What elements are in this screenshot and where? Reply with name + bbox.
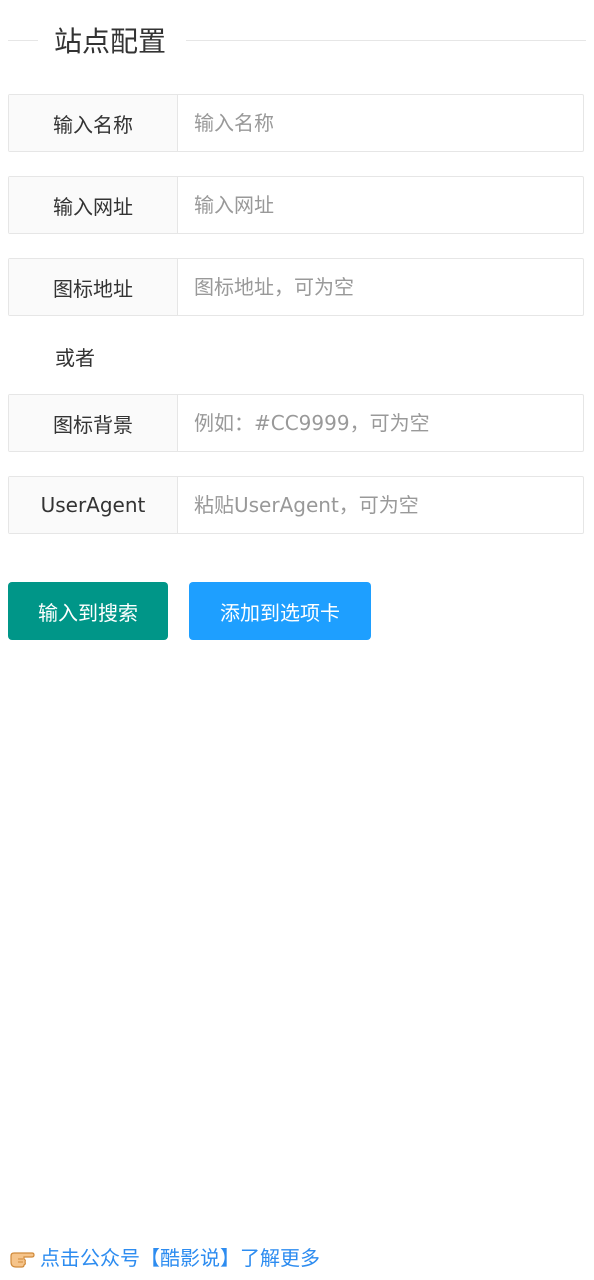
- site-config-page: 站点配置 输入名称 输入网址 图标地址 或者 图标背景 UserAgent 输入…: [0, 0, 594, 1280]
- footer-link[interactable]: 点击公众号【酷影说】了解更多: [8, 1244, 320, 1272]
- name-row: 输入名称: [8, 94, 584, 152]
- icon-url-label: 图标地址: [9, 259, 178, 315]
- user-agent-input[interactable]: [178, 477, 583, 533]
- url-label: 输入网址: [9, 177, 178, 233]
- pointing-hand-icon: [8, 1244, 36, 1272]
- divider-left: [8, 40, 38, 41]
- input-to-search-button[interactable]: 输入到搜索: [8, 582, 168, 640]
- name-label: 输入名称: [9, 95, 178, 151]
- icon-url-row: 图标地址: [8, 258, 584, 316]
- divider-right: [186, 40, 586, 41]
- icon-url-input[interactable]: [178, 259, 583, 315]
- section-title: 站点配置: [54, 25, 167, 58]
- url-row: 输入网址: [8, 176, 584, 234]
- footer-link-text: 点击公众号【酷影说】了解更多: [40, 1246, 320, 1270]
- url-input[interactable]: [178, 177, 583, 233]
- icon-bg-input[interactable]: [178, 395, 583, 451]
- or-label: 或者: [55, 346, 95, 370]
- user-agent-label: UserAgent: [9, 477, 178, 533]
- icon-bg-label: 图标背景: [9, 395, 178, 451]
- name-input[interactable]: [178, 95, 583, 151]
- user-agent-row: UserAgent: [8, 476, 584, 534]
- icon-bg-row: 图标背景: [8, 394, 584, 452]
- section-header: 站点配置: [8, 20, 586, 62]
- add-to-tab-button[interactable]: 添加到选项卡: [189, 582, 371, 640]
